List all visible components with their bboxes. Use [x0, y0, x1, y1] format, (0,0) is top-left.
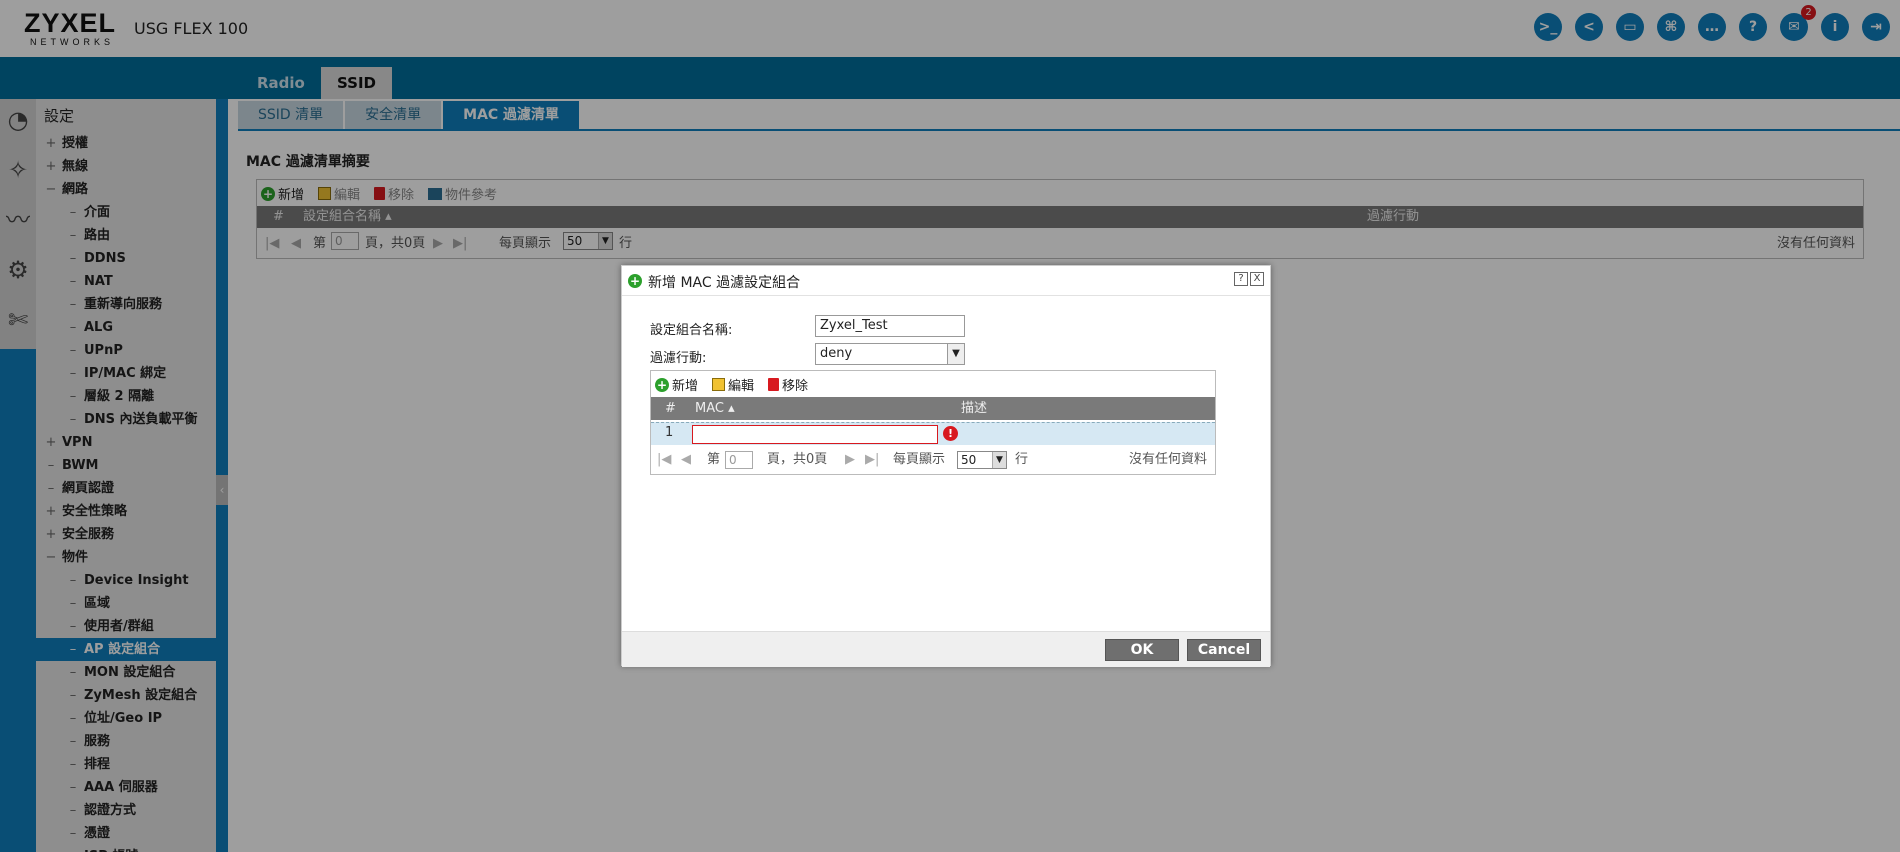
add-icon: +	[655, 377, 669, 392]
edit-mac-button[interactable]: 編輯	[712, 375, 754, 394]
remove-mac-button[interactable]: 移除	[768, 375, 808, 394]
add-label: 新增	[672, 379, 699, 394]
mac-toolbar: + 新增 編輯 移除	[655, 375, 808, 394]
remove-label: 移除	[782, 379, 809, 394]
col-mac[interactable]: MAC ▴	[695, 397, 735, 420]
filter-action-label: 過濾行動:	[650, 351, 707, 366]
add-mac-button[interactable]: + 新增	[655, 375, 698, 394]
ok-button[interactable]: OK	[1105, 639, 1179, 661]
help-icon[interactable]: ?	[1234, 272, 1248, 286]
filter-action-value: deny	[820, 346, 853, 361]
close-icon[interactable]: X	[1250, 272, 1264, 286]
chevron-down-icon: ▼	[992, 452, 1006, 468]
per-page-label: 每頁顯示	[893, 452, 946, 467]
add-mac-filter-dialog: + 新增 MAC 過濾設定組合 ? X 設定組合名稱: Zyxel_Test 過…	[621, 265, 1271, 667]
rows-unit: 行	[1015, 452, 1029, 467]
mac-table-header: # MAC ▴ 描述	[651, 397, 1215, 420]
filter-action-select[interactable]: deny ▼	[815, 343, 965, 365]
page-suffix: 頁，共0頁	[767, 452, 828, 467]
prev-page-icon[interactable]: ◀	[681, 447, 691, 473]
mac-input[interactable]	[692, 425, 938, 444]
next-page-icon[interactable]: ▶	[845, 447, 855, 473]
error-icon: !	[943, 426, 958, 441]
first-page-icon[interactable]: |◀	[657, 447, 671, 473]
page-prefix: 第	[707, 452, 721, 467]
trash-icon	[768, 378, 780, 391]
edit-icon	[712, 378, 726, 391]
dialog-header: + 新增 MAC 過濾設定組合 ? X	[622, 266, 1270, 296]
dialog-footer: OK Cancel	[622, 631, 1270, 667]
cancel-button[interactable]: Cancel	[1187, 639, 1261, 661]
last-page-icon[interactable]: ▶|	[865, 447, 879, 473]
edit-label: 編輯	[728, 379, 755, 394]
dialog-title: 新增 MAC 過濾設定組合	[648, 275, 801, 291]
mac-pager: |◀ ◀ 第 0 頁，共0頁 ▶ ▶| 每頁顯示 50 ▼ 行 沒有任何資料	[651, 447, 1215, 473]
col-description[interactable]: 描述	[961, 397, 987, 420]
add-icon: +	[628, 274, 642, 288]
col-num: #	[665, 401, 676, 416]
profile-name-label: 設定組合名稱:	[650, 323, 733, 338]
mac-list-table: + 新增 編輯 移除 # MAC ▴ 描述 1 ! |◀ ◀ 第 0 頁，共0頁 …	[650, 370, 1216, 475]
row-num: 1	[665, 425, 674, 440]
chevron-down-icon: ▼	[947, 344, 964, 364]
profile-name-input[interactable]: Zyxel_Test	[815, 315, 965, 337]
per-page-select[interactable]: 50 ▼	[957, 451, 1007, 469]
empty-message: 沒有任何資料	[1128, 452, 1207, 467]
table-row[interactable]: 1 !	[651, 422, 1215, 445]
page-input[interactable]: 0	[725, 451, 753, 469]
